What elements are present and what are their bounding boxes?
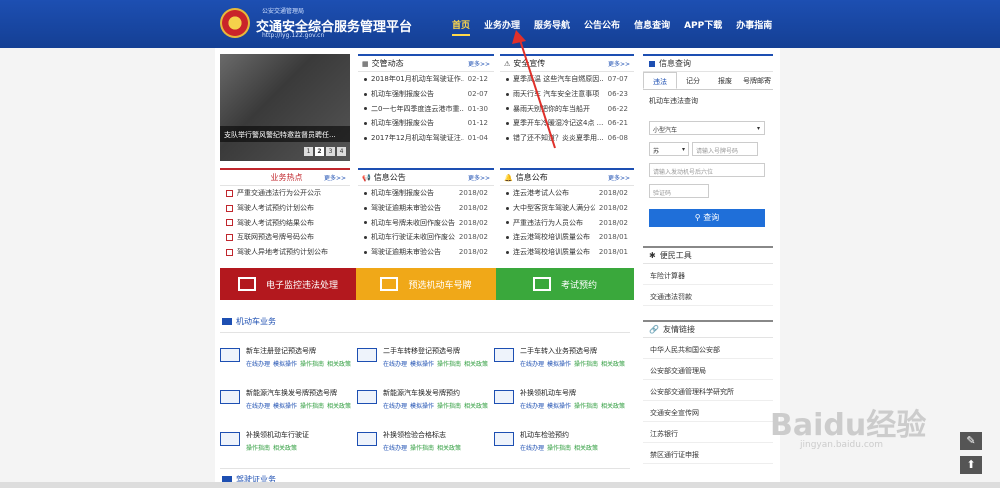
- horizontal-scrollbar[interactable]: [0, 482, 1000, 488]
- annotation-arrow-icon: [512, 30, 556, 149]
